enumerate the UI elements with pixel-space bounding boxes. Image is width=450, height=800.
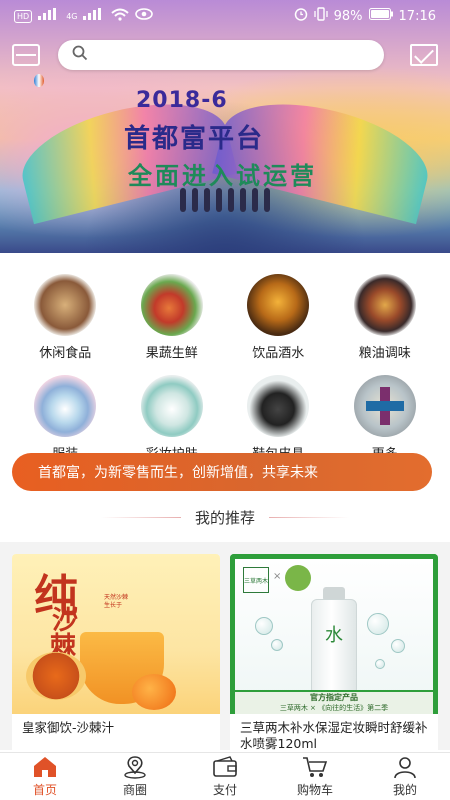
divider-line-left (100, 517, 181, 518)
category-label: 饮品酒水 (252, 346, 305, 361)
tab-label: 购物车 (296, 783, 333, 797)
banner-year: 2018-6 (136, 88, 228, 113)
clothing-image (34, 375, 97, 437)
tab-cart[interactable]: 购物车 (270, 753, 360, 800)
signal-icon-2 (83, 8, 105, 24)
search-bar[interactable] (58, 40, 384, 70)
status-time: 17:16 (398, 8, 436, 24)
show-logo-icon (285, 565, 311, 591)
scan-button[interactable] (12, 44, 40, 66)
bubble (391, 639, 405, 653)
image-note: 天然沙棘 生长于 (104, 594, 129, 609)
brand-logo: 三草两木 (243, 567, 269, 593)
bottom-tab-bar: 首页 商圈 支付 购物车 我的 (0, 752, 450, 800)
cart-icon (303, 757, 328, 777)
balloon-icon (34, 74, 44, 87)
runner (264, 188, 270, 212)
runner (228, 188, 234, 212)
runner (180, 188, 186, 212)
runner (204, 188, 210, 212)
eye-icon (135, 8, 154, 24)
shoes-bags-image (247, 375, 310, 437)
more-image (353, 375, 416, 437)
product-image: 纯 沙 棘 天然沙棘 生长于 (12, 554, 220, 714)
category-label: 粮油调味 (358, 346, 411, 361)
vibrate-icon (313, 7, 328, 25)
grain-oil-image (353, 274, 416, 336)
runner (252, 188, 258, 212)
bubble (375, 659, 385, 669)
bubble (271, 639, 283, 651)
signal-icon (38, 8, 60, 24)
bottle-graphic (311, 599, 357, 695)
search-input[interactable] (96, 47, 370, 63)
category-grid: 休闲食品 果蔬生鲜 饮品酒水 粮油调味 服装 彩妆护肤 鞋包皮具 更多 (12, 274, 438, 462)
location-icon (124, 756, 146, 779)
tab-label: 首页 (32, 783, 57, 797)
category-clothing[interactable]: 服装 (12, 375, 119, 462)
wifi-icon (111, 8, 130, 25)
orange-graphic (132, 674, 176, 710)
tab-business-circle[interactable]: 商圈 (90, 753, 180, 800)
berries-graphic (26, 652, 86, 700)
network-badge: 4G (66, 11, 78, 21)
bottle-mark: 水 (325, 625, 343, 646)
ribbon-subtitle: 三草两木 × 《向往的生活》第二季 (279, 704, 389, 712)
tab-profile[interactable]: 我的 (360, 753, 450, 800)
product-title: 皇家御饮-沙棘汁 (22, 720, 115, 735)
category-snacks[interactable]: 休闲食品 (12, 274, 119, 361)
alarm-icon (294, 7, 308, 25)
official-ribbon: 官方指定产品 三草两木 × 《向往的生活》第二季 (235, 690, 433, 714)
runner (240, 188, 246, 212)
collab-x: × (273, 571, 282, 582)
product-title: 三草两木补水保湿定妆瞬时舒缓补水喷雾120ml (240, 720, 428, 751)
snacks-image (34, 274, 97, 336)
drinks-image (247, 274, 310, 336)
product-card-spray[interactable]: 三草两木 × 水 官方指定产品 三草两木 × 《向往的生活》第二季 三草两木补水… (230, 554, 438, 754)
category-grain-oil[interactable]: 粮油调味 (332, 274, 439, 361)
recommend-header: 我的推荐 (0, 507, 450, 528)
bubble (367, 613, 389, 635)
battery-percent: 98% (333, 8, 363, 24)
slogan-banner[interactable]: 首都富，为新零售而生，创新增值，共享未来 (12, 453, 432, 491)
category-label: 休闲食品 (39, 346, 92, 361)
tab-home[interactable]: 首页 (0, 753, 90, 800)
battery-icon (368, 8, 393, 24)
category-drinks[interactable]: 饮品酒水 (225, 274, 332, 361)
user-icon (394, 757, 416, 779)
product-card-sea-buckthorn[interactable]: 纯 沙 棘 天然沙棘 生长于 皇家御饮-沙棘汁 (12, 554, 220, 754)
product-grid: 纯 沙 棘 天然沙棘 生长于 皇家御饮-沙棘汁 三草两木 × 水 官方指定产品 … (0, 542, 450, 754)
tab-label: 商圈 (122, 783, 147, 797)
runner (216, 188, 222, 212)
category-shoes-bags[interactable]: 鞋包皮具 (225, 375, 332, 462)
category-label: 果蔬生鲜 (145, 346, 198, 361)
wallet-icon (213, 756, 237, 777)
banner-subtitle: 全面进入试运营 (128, 161, 317, 190)
hd-badge: HD (14, 9, 33, 23)
cosmetics-image (140, 375, 203, 437)
category-more[interactable]: 更多 (332, 375, 439, 462)
hero-banner[interactable]: 2018-6 首都富平台 全面进入试运营 (0, 0, 450, 253)
category-cosmetics[interactable]: 彩妆护肤 (119, 375, 226, 462)
tab-pay[interactable]: 支付 (180, 753, 270, 800)
tab-label: 我的 (392, 783, 417, 797)
banner-title: 首都富平台 (124, 124, 265, 154)
category-fresh-produce[interactable]: 果蔬生鲜 (119, 274, 226, 361)
product-image: 三草两木 × 水 官方指定产品 三草两木 × 《向往的生活》第二季 (230, 554, 438, 714)
ribbon-title: 官方指定产品 (310, 693, 358, 702)
plus-icon-horizontal (365, 401, 404, 411)
recommend-title: 我的推荐 (194, 509, 255, 527)
runners-graphic (170, 188, 280, 214)
status-right: 98% 17:16 (294, 7, 436, 25)
message-button[interactable] (410, 44, 438, 66)
bubble (255, 617, 273, 635)
search-icon (72, 45, 88, 65)
runner (192, 188, 198, 212)
home-icon (34, 757, 56, 777)
divider-line-right (269, 517, 349, 518)
tab-label: 支付 (212, 783, 237, 797)
status-bar: HD 4G 98% 17:16 (0, 0, 450, 32)
status-left: HD 4G (14, 8, 154, 25)
fresh-produce-image (140, 274, 203, 336)
